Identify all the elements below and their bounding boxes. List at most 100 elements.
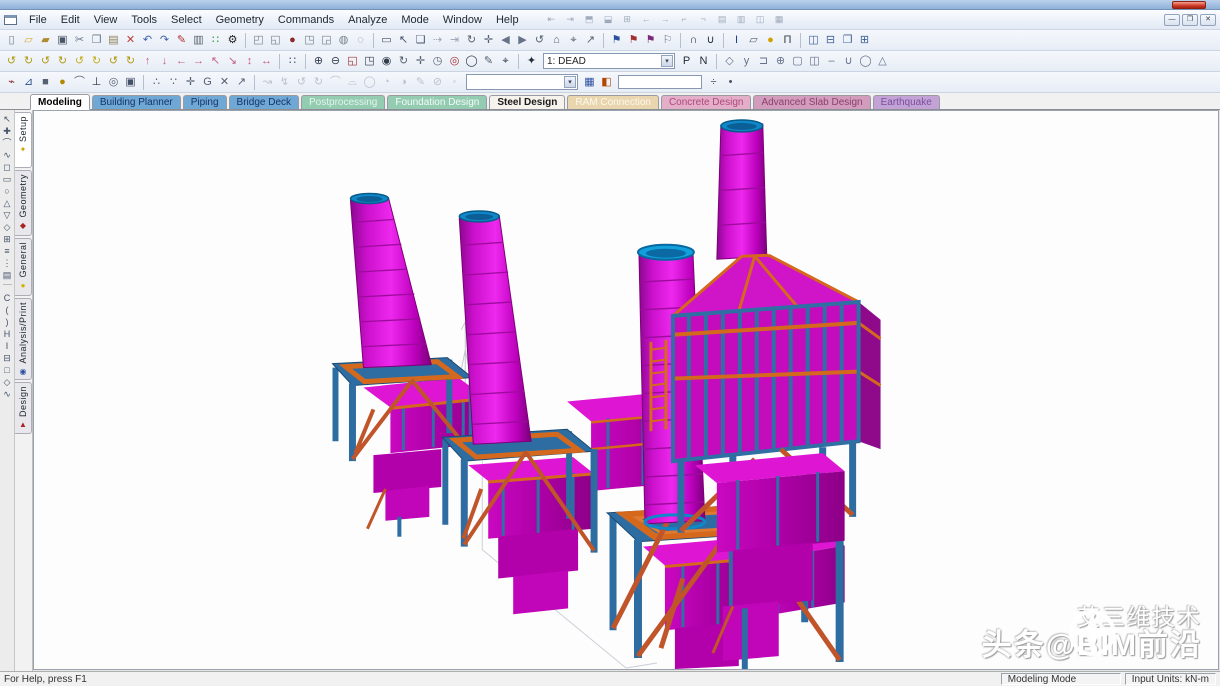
mdi-close-button[interactable]: ✕ [1200, 14, 1216, 26]
supports-display-toggle-icon[interactable]: ◯ [857, 53, 874, 70]
menu-select[interactable]: Select [164, 13, 209, 27]
columns-icon[interactable]: ▥ [734, 13, 749, 26]
stack-4[interactable] [717, 120, 767, 259]
new-file-icon[interactable]: ▯ [3, 32, 20, 49]
delete-generate-icon[interactable]: ✕ [216, 74, 233, 91]
pan-tool-icon[interactable]: ✛ [480, 32, 497, 49]
select-arrow-tool-icon[interactable]: ↖ [3, 113, 11, 125]
beam-section-icon[interactable]: I [728, 32, 745, 49]
view-left-icon[interactable]: ← [173, 53, 190, 70]
divide-icon[interactable]: ÷ [705, 74, 722, 91]
member-numbers-toggle-icon[interactable]: ▢ [789, 53, 806, 70]
orbit-icon[interactable]: ↻ [463, 32, 480, 49]
info-icon[interactable]: ◌ [352, 32, 369, 49]
pane-bottom-icon[interactable]: ⬓ [601, 13, 616, 26]
h-section-icon[interactable]: H [4, 328, 11, 340]
beam-tool-icon[interactable]: ▭ [3, 173, 12, 185]
workflow-tab-modeling[interactable]: Modeling [30, 94, 90, 110]
support-icon[interactable]: ⊥ [88, 74, 105, 91]
node-points-toggle-icon[interactable]: ◇ [721, 53, 738, 70]
diamond-tool-icon[interactable]: ◇ [4, 221, 11, 233]
structure-wizard-icon[interactable]: ◰ [250, 32, 267, 49]
align-icon[interactable]: ⇥ [446, 32, 463, 49]
i-section-icon[interactable]: I [6, 340, 9, 352]
angle-open-section-icon[interactable]: ( [6, 304, 9, 316]
quarter-icon[interactable]: ◔ [378, 74, 395, 91]
portal-frame-icon[interactable]: Π [779, 32, 796, 49]
pan-view-icon[interactable]: ✛ [412, 53, 429, 70]
zoom-selected-icon[interactable]: ◎ [446, 53, 463, 70]
menu-help[interactable]: Help [489, 13, 526, 27]
dynamic-zoom-icon[interactable]: ◉ [378, 53, 395, 70]
dot-icon[interactable]: • [722, 74, 739, 91]
panel-tool-icon[interactable]: ▤ [3, 269, 12, 281]
escape-icon[interactable]: ↗ [582, 32, 599, 49]
pane-top-icon[interactable]: ⬒ [582, 13, 597, 26]
dock-left-icon[interactable]: ⇤ [544, 13, 559, 26]
menu-view[interactable]: View [87, 13, 125, 27]
loads-display-toggle-icon[interactable]: ∪ [840, 53, 857, 70]
spin-cw-icon[interactable]: ↻ [88, 53, 105, 70]
spline-tool-icon[interactable]: ∿ [3, 149, 11, 161]
menu-analyze[interactable]: Analyze [341, 13, 394, 27]
new-window-icon[interactable]: ▭ [378, 32, 395, 49]
zoom-extents-icon[interactable]: ◳ [361, 53, 378, 70]
move-icon[interactable]: ✛ [182, 74, 199, 91]
rotate-generate-icon[interactable]: G [199, 74, 216, 91]
model-viewport[interactable]: 艾三维技术 头条@BIM前沿 [33, 110, 1219, 670]
angle-close-section-icon[interactable]: ) [6, 316, 9, 328]
target-icon[interactable]: ⌖ [565, 32, 582, 49]
workflow-tab-earthquake[interactable]: Earthquake [873, 95, 940, 109]
plate-numbers-toggle-icon[interactable]: ◫ [806, 53, 823, 70]
menu-file[interactable]: File [22, 13, 54, 27]
select-cursor-icon[interactable]: ↖ [395, 32, 412, 49]
member-query-icon[interactable]: N [695, 53, 712, 70]
paste-icon[interactable]: ▤ [105, 32, 122, 49]
reactions-display-toggle-icon[interactable]: △ [874, 53, 891, 70]
workflow-tab-concrete-design[interactable]: Concrete Design [661, 95, 751, 109]
more-tool-icon[interactable]: ⋮ [3, 257, 12, 269]
spin-right-icon[interactable]: ↻ [310, 74, 327, 91]
add-solid-icon[interactable]: ■ [37, 74, 54, 91]
generate-icon[interactable]: ∴ [148, 74, 165, 91]
workflow-tab-building-planner[interactable]: Building Planner [92, 95, 181, 109]
triangle-tool-icon[interactable]: △ [4, 197, 11, 209]
menu-edit[interactable]: Edit [54, 13, 87, 27]
mdi-minimize-button[interactable]: — [1164, 14, 1180, 26]
tile-horizontal-icon[interactable]: ◫ [805, 32, 822, 49]
tile-vertical-icon[interactable]: ⊟ [822, 32, 839, 49]
mesh-tool-icon[interactable]: ⊞ [3, 233, 11, 245]
rotate-view-icon[interactable]: ↻ [395, 53, 412, 70]
corner-icon[interactable]: ⌐ [677, 13, 692, 26]
zoom-window-icon[interactable]: ◱ [344, 53, 361, 70]
add-node-tool-icon[interactable]: ✚ [3, 125, 11, 137]
duct-b[interactable] [468, 457, 593, 614]
iso-view-icon[interactable]: ↺ [105, 53, 122, 70]
menu-tools[interactable]: Tools [124, 13, 164, 27]
spline-icon[interactable]: ∪ [702, 32, 719, 49]
command-input[interactable] [618, 75, 702, 89]
zoom-in-icon[interactable]: ⊕ [310, 53, 327, 70]
node-numbers-toggle-icon[interactable]: ⊕ [772, 53, 789, 70]
display-options-icon[interactable]: ∷ [284, 53, 301, 70]
zoom-previous-icon[interactable]: ◷ [429, 53, 446, 70]
stack-1[interactable] [350, 194, 431, 368]
menu-mode[interactable]: Mode [394, 13, 436, 27]
workflow-tab-bridge-deck[interactable]: Bridge Deck [229, 95, 299, 109]
render-icon[interactable]: ↝ [259, 74, 276, 91]
workflow-tab-ram-connection[interactable]: RAM Connection [567, 95, 659, 109]
rotate-up-icon[interactable]: ↺ [3, 53, 20, 70]
diamond-section-icon[interactable]: ◇ [4, 376, 11, 388]
flag-blue-icon[interactable]: ⚑ [608, 32, 625, 49]
view-bottom-icon[interactable]: ↓ [156, 53, 173, 70]
print-icon[interactable]: ◲ [318, 32, 335, 49]
no-entry-icon[interactable]: ⊘ [429, 74, 446, 91]
full-view-icon[interactable]: ◯ [463, 53, 480, 70]
axis-labels-toggle-icon[interactable]: y [738, 53, 755, 70]
table-view-icon[interactable]: ▦ [772, 13, 787, 26]
forward-icon[interactable]: → [658, 13, 673, 26]
flag-purple-icon[interactable]: ⚑ [642, 32, 659, 49]
calculator-icon[interactable]: ◳ [301, 32, 318, 49]
lightning-icon[interactable]: ↯ [276, 74, 293, 91]
side-tab-analysis-print[interactable]: Analysis/Print◉ [15, 298, 32, 380]
